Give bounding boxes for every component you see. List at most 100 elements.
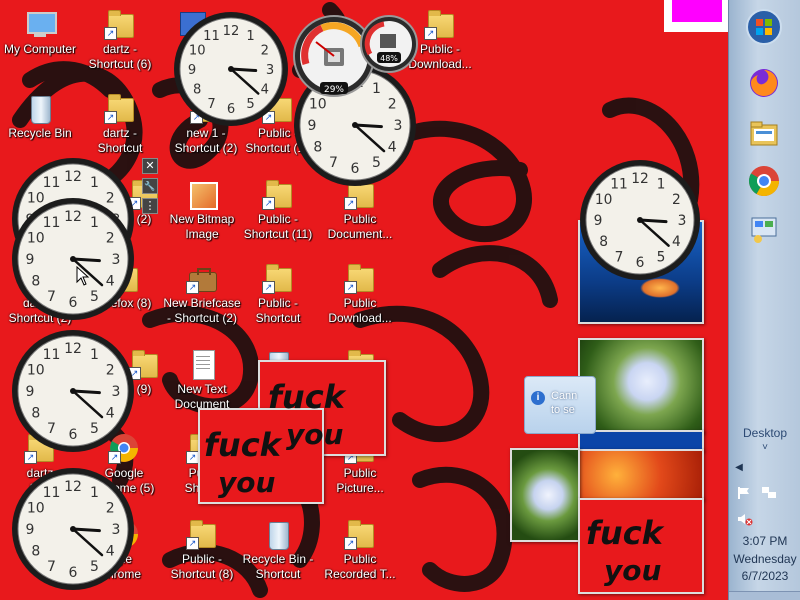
desktop-icon-label: New Briefcase - Shortcut (2) <box>163 296 241 325</box>
taskbar-firefox-button[interactable] <box>743 62 785 104</box>
clock-gadget[interactable]: 123456789101112 <box>578 158 702 282</box>
svg-text:1: 1 <box>90 175 99 191</box>
desktop-icon[interactable]: Recycle Bin <box>0 92 80 141</box>
clock-gadget[interactable]: 123456789101112 <box>10 196 136 322</box>
firefox-icon <box>750 69 778 97</box>
gadget-close-button[interactable]: ✕ <box>142 158 158 174</box>
svg-text:3: 3 <box>112 252 121 268</box>
photo-gadget-graffiti-3[interactable] <box>578 498 704 594</box>
svg-text:3: 3 <box>112 522 121 538</box>
notification-toast[interactable]: i Cann to se <box>524 376 596 434</box>
control-panel-icon <box>751 217 777 243</box>
desktop-icon-label: Public Document... <box>327 212 393 241</box>
folder-shortcut-icon: ↗ <box>344 518 376 550</box>
desktop-icon-label: dartz - Shortcut <box>97 126 143 155</box>
desktop-icon-label: Public - Shortcut <box>255 296 301 325</box>
svg-text:4: 4 <box>106 406 115 422</box>
memory-usage-text: 48% <box>380 54 398 63</box>
clock-date[interactable]: 6/7/2023 <box>729 569 800 583</box>
svg-text:1: 1 <box>657 177 666 193</box>
svg-text:10: 10 <box>27 501 45 517</box>
partial-window[interactable] <box>664 0 730 32</box>
svg-text:11: 11 <box>203 29 220 44</box>
clock-gadget[interactable]: 123456789101112 <box>172 10 290 128</box>
svg-text:12: 12 <box>64 341 82 357</box>
svg-text:3: 3 <box>266 63 274 78</box>
taskbar-explorer-button[interactable] <box>743 112 785 154</box>
gadget-drag-handle[interactable]: ⋮ <box>142 198 158 214</box>
desktop-icon[interactable]: ↗ New Briefcase - Shortcut (2) <box>162 262 242 326</box>
svg-text:9: 9 <box>26 252 35 268</box>
photo-gadget-orange-flowers[interactable] <box>578 449 704 501</box>
svg-text:3: 3 <box>112 384 121 400</box>
svg-text:7: 7 <box>47 421 56 437</box>
taskbar-control-panel-button[interactable] <box>743 208 785 250</box>
info-icon: i <box>531 391 545 405</box>
folder-shortcut-icon: ↗ <box>186 518 218 550</box>
svg-text:12: 12 <box>223 24 240 39</box>
desktop-icon-label: Public - Shortcut (8) <box>170 552 234 581</box>
photo-gadget-graffiti-2[interactable] <box>198 408 324 504</box>
svg-text:4: 4 <box>672 234 681 250</box>
clock-gadget[interactable]: 123456789101112 <box>10 466 136 592</box>
svg-text:1: 1 <box>90 347 99 363</box>
bitmap-image-icon <box>186 178 218 210</box>
desktop[interactable]: My Computer↗dartz - Shortcut (6)M↗Public… <box>0 0 730 600</box>
clock-gadget[interactable]: 123456789101112 <box>10 328 136 454</box>
svg-text:5: 5 <box>246 97 254 112</box>
desktop-icon[interactable]: ↗ dartz - Shortcut <box>80 92 160 156</box>
svg-text:5: 5 <box>372 155 381 171</box>
desktop-icon[interactable]: ↗ Public Download... <box>320 262 400 326</box>
action-center-flag-icon[interactable] <box>737 486 751 500</box>
desktop-icon[interactable]: My Computer <box>0 8 80 57</box>
svg-text:2: 2 <box>672 192 681 208</box>
network-icon[interactable] <box>761 486 777 500</box>
folder-shortcut-icon: ↗ <box>104 8 136 40</box>
folder-shortcut-icon: ↗ <box>424 8 456 40</box>
svg-text:5: 5 <box>90 559 99 575</box>
svg-text:12: 12 <box>64 479 82 495</box>
desktop-icon[interactable]: ↗ dartz - Shortcut (6) <box>80 8 160 72</box>
desktop-icon-label: dartz - Shortcut (6) <box>88 42 152 71</box>
desktop-toolbar-chevron-icon[interactable]: ˅ <box>729 442 800 453</box>
windows-explorer-icon <box>750 121 778 146</box>
tray-overflow-arrow-icon[interactable]: ◀ <box>703 462 775 473</box>
svg-text:5: 5 <box>90 421 99 437</box>
svg-text:6: 6 <box>69 427 78 443</box>
taskbar[interactable]: Desktop ˅ ◀ 3:07 PM Wednesday 6/7/2023 <box>728 0 800 600</box>
desktop-icon[interactable]: ↗ Public - Shortcut <box>238 262 318 326</box>
start-button[interactable] <box>743 6 785 48</box>
svg-text:10: 10 <box>189 44 206 59</box>
desktop-icon-label: Public Recorded T... <box>324 552 396 581</box>
svg-text:8: 8 <box>193 83 201 98</box>
svg-text:9: 9 <box>26 522 35 538</box>
svg-text:11: 11 <box>43 215 61 231</box>
svg-text:4: 4 <box>106 274 115 290</box>
desktop-toolbar-label[interactable]: Desktop <box>729 426 800 440</box>
cpu-meter-gadget[interactable]: 29% 48% <box>292 6 422 106</box>
svg-text:2: 2 <box>106 231 115 247</box>
toast-text: Cann to se <box>551 390 578 416</box>
briefcase-icon: ↗ <box>186 262 218 294</box>
svg-text:8: 8 <box>313 140 322 156</box>
photo-gadget-hydrangea-small[interactable] <box>510 448 580 542</box>
svg-text:4: 4 <box>106 544 115 560</box>
svg-text:6: 6 <box>636 255 645 271</box>
taskbar-chrome-button[interactable] <box>743 160 785 202</box>
desktop-icon[interactable]: ↗ Public Recorded T... <box>320 518 400 582</box>
desktop-icon-label: Recycle Bin - Shortcut <box>242 552 314 581</box>
clock-time[interactable]: 3:07 PM <box>729 534 800 548</box>
svg-text:10: 10 <box>27 363 45 379</box>
gadget-options-button[interactable]: 🔧 <box>142 178 158 194</box>
svg-text:8: 8 <box>31 274 40 290</box>
svg-text:6: 6 <box>69 295 78 311</box>
show-desktop-button[interactable] <box>729 591 800 600</box>
desktop-icon[interactable]: Recycle Bin - Shortcut <box>238 518 318 582</box>
svg-text:8: 8 <box>31 544 40 560</box>
folder-shortcut-icon: ↗ <box>262 262 294 294</box>
photo-gadget-hydrangea[interactable] <box>578 338 704 434</box>
desktop-icon[interactable]: ↗ Public - Shortcut (8) <box>162 518 242 582</box>
volume-muted-icon[interactable] <box>737 512 753 526</box>
clock-weekday[interactable]: Wednesday <box>729 552 800 566</box>
svg-text:12: 12 <box>64 169 82 185</box>
